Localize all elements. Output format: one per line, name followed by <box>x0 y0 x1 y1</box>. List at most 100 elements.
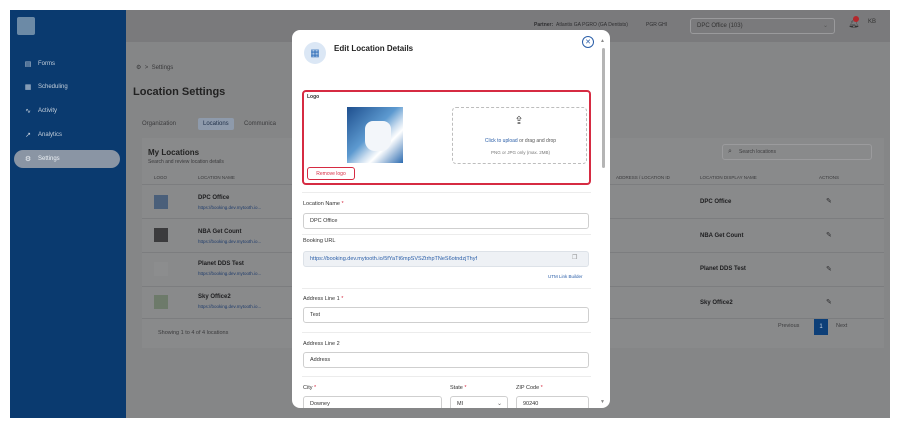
row-name: Planet DDS Test <box>198 261 244 267</box>
locations-title: My Locations <box>148 148 200 157</box>
city-input[interactable]: Downey <box>303 396 442 408</box>
sidebar-item-forms[interactable]: ▤ Forms <box>14 55 120 73</box>
row-display-name: NBA Get Count <box>700 233 744 239</box>
sidebar-item-label: Scheduling <box>38 84 68 90</box>
office-select[interactable]: DPC Office (103) ⌄ <box>690 18 835 34</box>
search-icon: ⌕ <box>728 148 732 155</box>
row-logo <box>154 228 168 242</box>
logo-image <box>347 107 403 163</box>
edit-icon[interactable]: ✎ <box>826 231 832 239</box>
upload-hint: PNG or JPG only (max. 2MB) <box>490 150 550 155</box>
chevron-down-icon: ⌄ <box>822 23 828 29</box>
tab-communications[interactable]: Communica <box>244 121 276 127</box>
upload-link[interactable]: Click to upload <box>485 138 518 144</box>
home-icon[interactable]: ⚙ <box>136 65 141 71</box>
upload-cloud-icon: ⇪ <box>514 115 524 127</box>
row-display-name: DPC Office <box>700 199 732 205</box>
required-mark: * <box>314 385 317 391</box>
scroll-down-arrow[interactable]: ▼ <box>600 399 605 405</box>
required-mark: * <box>341 201 344 207</box>
booking-url-field[interactable]: https://booking.dev.mytooth.io/5fYaTt6mp… <box>303 251 589 267</box>
forms-icon: ▤ <box>24 60 32 68</box>
logo-label: Logo <box>307 94 320 100</box>
label-text: Location Name <box>303 201 340 207</box>
app-window: ▤ Forms ▦ Scheduling ∿ Activity ↗ Analytics … <box>10 10 890 418</box>
search-placeholder: Search locations <box>739 149 776 155</box>
sidebar-item-label: Activity <box>38 108 58 114</box>
row-url[interactable]: https://booking.dev.mytooth.io... <box>198 239 261 244</box>
label-text: State <box>450 385 463 391</box>
utm-link-builder[interactable]: UTM Link Builder <box>548 274 583 279</box>
logo-section: Logo Remove logo ⇪ Click to upload or dr… <box>302 90 591 185</box>
sidebar-item-activity[interactable]: ∿ Activity <box>14 102 120 120</box>
partner-extra: PGR GHI <box>646 22 668 28</box>
row-logo <box>154 262 168 276</box>
search-input[interactable]: ⌕ Search locations <box>722 144 872 160</box>
location-name-input[interactable]: DPC Office <box>303 213 589 229</box>
pagination-next[interactable]: Next <box>836 323 847 329</box>
tab-organization[interactable]: Organization <box>142 121 176 127</box>
tab-locations[interactable]: Locations <box>198 118 234 130</box>
sidebar-item-scheduling[interactable]: ▦ Scheduling <box>14 78 120 96</box>
row-display-name: Sky Office2 <box>700 300 733 306</box>
address2-input[interactable]: Address <box>303 352 589 368</box>
state-select-value: MI <box>457 401 464 407</box>
showing-count: Showing 1 to 4 of 4 locations <box>158 330 229 336</box>
copy-icon[interactable]: ❐ <box>572 254 577 261</box>
app-logo <box>17 17 35 35</box>
scrollbar-thumb[interactable] <box>602 48 605 168</box>
location-name-label: Location Name * <box>303 201 344 207</box>
edit-icon[interactable]: ✎ <box>826 298 832 306</box>
pagination-page-1[interactable]: 1 <box>814 319 828 335</box>
address1-input[interactable]: Test <box>303 307 589 323</box>
activity-icon: ∿ <box>25 107 31 115</box>
zip-label: ZIP Code * <box>516 385 543 391</box>
edit-icon[interactable]: ✎ <box>826 265 832 273</box>
label-text: Address Line 1 <box>303 296 340 302</box>
col-header-mid: ADDRESS / LOCATION ID <box>616 175 670 180</box>
pagination-prev[interactable]: Previous <box>778 323 799 329</box>
sidebar-item-settings[interactable]: ⚙ Settings <box>14 150 120 168</box>
col-header-actions: ACTIONS <box>819 175 840 180</box>
divider <box>302 234 591 235</box>
avatar[interactable]: KB <box>868 19 876 25</box>
close-icon[interactable]: ✕ <box>582 36 594 48</box>
address2-label: Address Line 2 <box>303 341 340 347</box>
modal-title: Edit Location Details <box>334 44 414 53</box>
col-header-name: LOCATION NAME <box>198 175 235 180</box>
sidebar-item-analytics[interactable]: ↗ Analytics <box>14 126 120 144</box>
required-mark: * <box>341 296 344 302</box>
edit-icon[interactable]: ✎ <box>826 197 832 205</box>
label-text: City <box>303 385 313 391</box>
row-logo <box>154 195 168 209</box>
remove-logo-button[interactable]: Remove logo <box>307 167 355 180</box>
scroll-up-arrow[interactable]: ▲ <box>600 38 605 44</box>
sidebar: ▤ Forms ▦ Scheduling ∿ Activity ↗ Analytics … <box>10 10 126 418</box>
required-mark: * <box>540 385 543 391</box>
divider <box>302 288 591 289</box>
divider <box>302 192 591 193</box>
upload-instructions: Click to upload or drag and drop <box>453 138 588 144</box>
row-url[interactable]: https://booking.dev.mytooth.io... <box>198 271 261 276</box>
row-name: Sky Office2 <box>198 294 231 300</box>
booking-url-label: Booking URL <box>303 238 336 244</box>
partner-label: Partner: <box>534 22 554 28</box>
tooth-image <box>365 121 391 151</box>
locations-subtitle: Search and review location details <box>148 159 224 165</box>
row-logo <box>154 295 168 309</box>
divider <box>302 376 591 377</box>
row-name: NBA Get Count <box>198 229 242 235</box>
upload-dropzone[interactable]: ⇪ Click to upload or drag and drop PNG o… <box>452 107 587 164</box>
sidebar-item-label: Settings <box>38 156 60 162</box>
zip-input[interactable]: 90240 <box>516 396 589 408</box>
row-url[interactable]: https://booking.dev.mytooth.io... <box>198 304 261 309</box>
calendar-icon: ▦ <box>24 83 32 91</box>
label-text: ZIP Code <box>516 385 540 391</box>
state-select[interactable]: MI ⌄ <box>450 396 508 408</box>
row-url[interactable]: https://booking.dev.mytooth.io... <box>198 205 261 210</box>
col-header-logo: LOGO <box>154 175 168 180</box>
sidebar-item-label: Analytics <box>38 132 63 138</box>
breadcrumb: ⚙ > Settings <box>136 64 173 71</box>
edit-location-modal: ▦ Edit Location Details ✕ ▲ ▼ Logo Remov… <box>292 30 610 408</box>
breadcrumb-current[interactable]: Settings <box>152 65 174 71</box>
